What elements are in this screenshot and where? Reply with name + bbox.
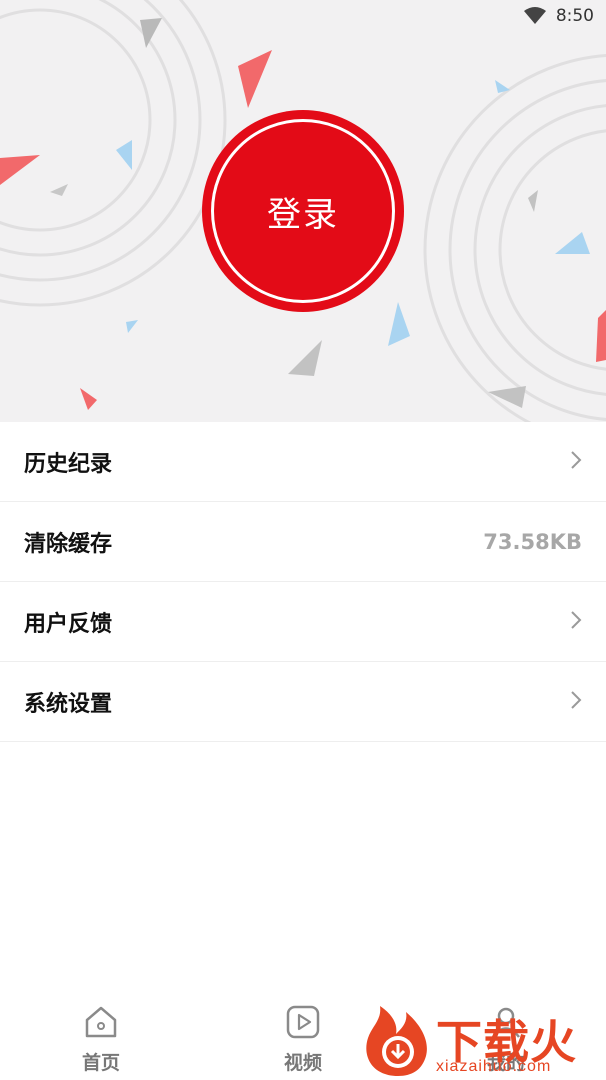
settings-menu: 历史纪录 清除缓存 73.58KB 用户反馈 系统设置 [0, 422, 606, 742]
menu-item-label: 历史纪录 [24, 451, 113, 477]
play-icon [285, 1004, 321, 1044]
nav-item-home[interactable]: 首页 [61, 1004, 141, 1075]
chevron-right-icon [570, 690, 582, 714]
status-bar: 8:50 [523, 4, 594, 28]
watermark-url: xiazaihuo.com [436, 1058, 552, 1075]
menu-item-history[interactable]: 历史纪录 [0, 422, 606, 502]
menu-item-label: 清除缓存 [24, 531, 113, 557]
cache-size-value: 73.58KB [483, 529, 582, 554]
menu-item-feedback[interactable]: 用户反馈 [0, 582, 606, 662]
wifi-icon [523, 7, 546, 25]
login-label: 登录 [267, 194, 339, 235]
flame-logo-icon [366, 1006, 427, 1076]
status-time: 8:50 [555, 6, 594, 26]
profile-header: 8:50 登录 [0, 0, 606, 422]
nav-label-home: 首页 [81, 1052, 120, 1074]
menu-item-label: 用户反馈 [24, 611, 113, 637]
watermark: 下载火 xiazaihuo.com [358, 1000, 606, 1080]
chevron-right-icon [570, 610, 582, 634]
nav-label-video: 视频 [283, 1052, 322, 1074]
chevron-right-icon [570, 450, 582, 474]
profile-screen: 8:50 登录 历史纪录 清除缓存 73.58KB 用户反馈 系统设置 首页 视… [0, 0, 606, 1080]
menu-item-label: 系统设置 [24, 691, 113, 717]
login-button[interactable]: 登录 [202, 110, 404, 312]
nav-item-video[interactable]: 视频 [263, 1004, 343, 1075]
home-icon [83, 1004, 119, 1044]
menu-item-settings[interactable]: 系统设置 [0, 662, 606, 742]
menu-item-clear-cache[interactable]: 清除缓存 73.58KB [0, 502, 606, 582]
